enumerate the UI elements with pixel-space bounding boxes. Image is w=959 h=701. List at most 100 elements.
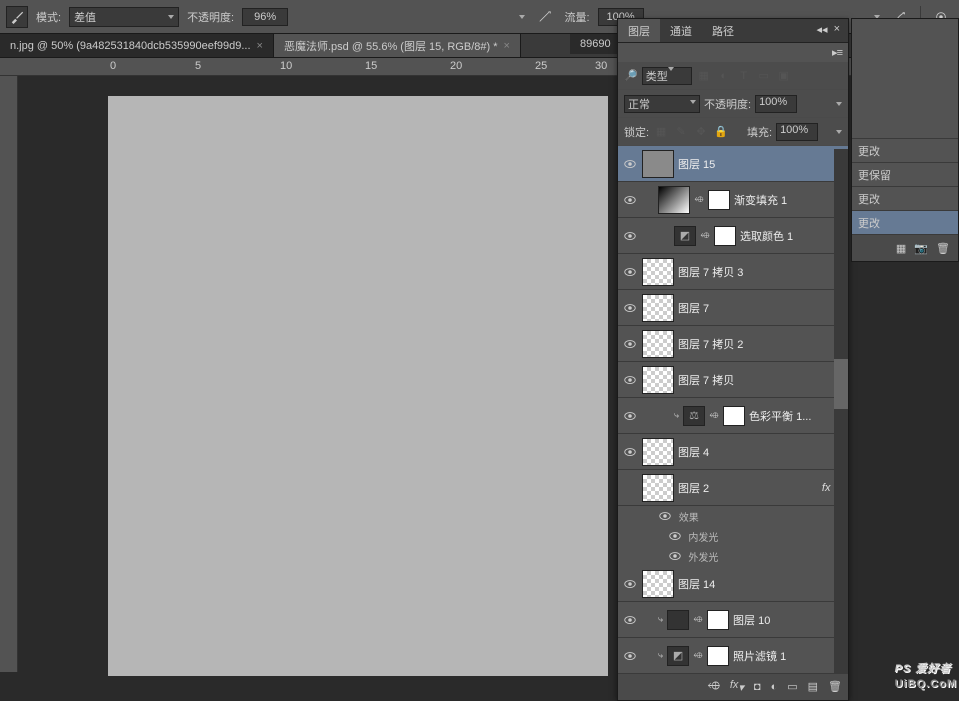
layer-name[interactable]: 图层 7 拷贝 bbox=[678, 372, 844, 388]
mask-icon[interactable]: ◘ bbox=[754, 681, 761, 693]
layer-row[interactable]: ⤷◩⬲照片滤镜 1 bbox=[618, 638, 848, 674]
mask-link-icon[interactable]: ⬲ bbox=[693, 651, 703, 661]
layer-name[interactable]: 渐变填充 1 bbox=[734, 192, 844, 208]
layer-row[interactable]: 图层 7 拷贝 bbox=[618, 362, 848, 398]
layer-row[interactable]: ⬲ 渐变填充 1 bbox=[618, 182, 848, 218]
lock-trans-icon[interactable]: ▦ bbox=[653, 124, 669, 140]
fx-item[interactable]: 内发光 bbox=[618, 526, 848, 546]
layer-name[interactable]: 照片滤镜 1 bbox=[733, 648, 844, 664]
fill-stepper[interactable] bbox=[836, 130, 842, 134]
history-item[interactable]: 更改 bbox=[852, 139, 958, 163]
visibility-toggle[interactable] bbox=[622, 612, 638, 628]
lock-paint-icon[interactable]: ✎ bbox=[673, 124, 689, 140]
visibility-toggle[interactable] bbox=[622, 480, 638, 496]
document-tab[interactable]: 89690 bbox=[570, 34, 622, 54]
layer-row[interactable]: ⤷ ⬲ 图层 10 bbox=[618, 602, 848, 638]
delete-icon[interactable]: 🗑 bbox=[936, 242, 950, 255]
collapse-icon[interactable]: ◂◂ bbox=[817, 23, 828, 38]
layer-list: 图层 15⬲渐变填充 1◩⬲选取颜色 1图层 7 拷贝 3图层 7图层 7 拷贝… bbox=[618, 146, 848, 674]
layer-opacity-label: 不透明度: bbox=[704, 96, 751, 112]
layer-name[interactable]: 图层 7 拷贝 3 bbox=[678, 264, 844, 280]
blend-mode-dropdown[interactable]: 差值 bbox=[69, 7, 179, 27]
snapshot-icon[interactable]: 📷 bbox=[914, 242, 928, 255]
layer-name[interactable]: 图层 14 bbox=[678, 576, 844, 592]
visibility-toggle[interactable] bbox=[622, 444, 638, 460]
history-item[interactable]: 更改 bbox=[852, 211, 958, 235]
history-item[interactable]: 更保留 bbox=[852, 163, 958, 187]
layer-row[interactable]: ◩⬲选取颜色 1 bbox=[618, 218, 848, 254]
tab-channels[interactable]: 通道 bbox=[660, 19, 702, 42]
close-icon[interactable]: × bbox=[504, 40, 510, 52]
layer-row[interactable]: 图层 14 bbox=[618, 566, 848, 602]
visibility-toggle[interactable] bbox=[622, 648, 638, 664]
layer-name[interactable]: 选取颜色 1 bbox=[740, 228, 844, 244]
panel-menu-icon[interactable]: ▸≡ bbox=[832, 47, 842, 59]
history-footer: ▦ 📷 🗑 bbox=[852, 235, 958, 261]
lock-all-icon[interactable]: 🔒 bbox=[713, 124, 729, 140]
opacity-input[interactable]: 96% bbox=[242, 8, 288, 26]
history-item[interactable]: 更改 bbox=[852, 187, 958, 211]
history-new-doc-icon[interactable]: ▦ bbox=[896, 242, 906, 255]
visibility-toggle[interactable] bbox=[622, 192, 638, 208]
visibility-toggle[interactable] bbox=[622, 576, 638, 592]
filter-smart-icon[interactable]: ▣ bbox=[776, 68, 792, 84]
close-icon[interactable]: × bbox=[834, 23, 840, 38]
visibility-toggle[interactable] bbox=[622, 228, 638, 244]
fx-badge[interactable]: fx bbox=[822, 482, 831, 494]
document-canvas[interactable] bbox=[108, 96, 608, 676]
opacity-stepper[interactable] bbox=[519, 15, 525, 19]
document-tab[interactable]: n.jpg @ 50% (9a482531840dcb535990eef99d9… bbox=[0, 34, 274, 57]
layer-row[interactable]: 图层 7 拷贝 2 bbox=[618, 326, 848, 362]
mask-link-icon[interactable]: ⬲ bbox=[700, 231, 710, 241]
layer-name[interactable]: 图层 2 bbox=[678, 480, 818, 496]
filter-adjust-icon[interactable]: ◐ bbox=[716, 68, 732, 84]
scrollbar[interactable] bbox=[834, 149, 848, 674]
mode-label: 模式: bbox=[36, 9, 61, 25]
document-tab[interactable]: 恶魔法师.psd @ 55.6% (图层 15, RGB/8#) *× bbox=[274, 34, 521, 57]
layer-fill-input[interactable]: 100% bbox=[776, 123, 818, 141]
layer-opacity-input[interactable]: 100% bbox=[755, 95, 797, 113]
visibility-toggle[interactable] bbox=[622, 156, 638, 172]
layer-row[interactable]: 图层 7 bbox=[618, 290, 848, 326]
filter-shape-icon[interactable]: ▭ bbox=[756, 68, 772, 84]
layer-name[interactable]: 图层 4 bbox=[678, 444, 844, 460]
pressure-opacity-button[interactable] bbox=[533, 6, 557, 28]
visibility-toggle[interactable] bbox=[622, 264, 638, 280]
mask-thumb bbox=[707, 646, 729, 666]
new-layer-icon[interactable]: ▤ bbox=[808, 680, 818, 693]
opacity-stepper[interactable] bbox=[836, 102, 842, 106]
layer-row[interactable]: 图层 7 拷贝 3 bbox=[618, 254, 848, 290]
layer-row[interactable]: 图层 2fx▾ bbox=[618, 470, 848, 506]
visibility-toggle[interactable] bbox=[622, 408, 638, 424]
lock-move-icon[interactable]: ✥ bbox=[693, 124, 709, 140]
layer-name[interactable]: 图层 7 拷贝 2 bbox=[678, 336, 844, 352]
layer-name[interactable]: 色彩平衡 1... bbox=[749, 408, 844, 424]
filter-type-dropdown[interactable]: 类型 bbox=[642, 67, 692, 85]
filter-pixel-icon[interactable]: ▦ bbox=[696, 68, 712, 84]
clip-indicator-icon: ⤷ bbox=[658, 614, 663, 625]
scroll-thumb[interactable] bbox=[834, 359, 848, 409]
visibility-toggle[interactable] bbox=[622, 336, 638, 352]
filter-type-icon[interactable]: T bbox=[736, 68, 752, 84]
layer-name[interactable]: 图层 15 bbox=[678, 156, 844, 172]
link-layers-icon[interactable]: ⬲ bbox=[708, 680, 720, 693]
layer-row[interactable]: ⤷⚖⬲色彩平衡 1... bbox=[618, 398, 848, 434]
adjustment-icon[interactable]: ◐ bbox=[771, 681, 778, 693]
visibility-toggle[interactable] bbox=[622, 372, 638, 388]
group-icon[interactable]: ▭ bbox=[787, 680, 797, 693]
layer-row[interactable]: 图层 15 bbox=[618, 146, 848, 182]
mask-link-icon[interactable]: ⬲ bbox=[694, 195, 704, 205]
delete-icon[interactable]: 🗑 bbox=[828, 680, 842, 693]
mask-link-icon[interactable]: ⬲ bbox=[709, 411, 719, 421]
layer-name[interactable]: 图层 10 bbox=[733, 612, 844, 628]
tool-preset-button[interactable] bbox=[6, 6, 28, 28]
mask-link-icon[interactable]: ⬲ bbox=[693, 615, 703, 625]
tab-layers[interactable]: 图层 bbox=[618, 19, 660, 42]
tab-paths[interactable]: 路径 bbox=[702, 19, 744, 42]
fx-item[interactable]: 外发光 bbox=[618, 546, 848, 566]
close-icon[interactable]: × bbox=[257, 40, 263, 52]
layer-name[interactable]: 图层 7 bbox=[678, 300, 844, 316]
layer-row[interactable]: 图层 4 bbox=[618, 434, 848, 470]
layer-blend-dropdown[interactable]: 正常 bbox=[624, 95, 700, 113]
visibility-toggle[interactable] bbox=[622, 300, 638, 316]
